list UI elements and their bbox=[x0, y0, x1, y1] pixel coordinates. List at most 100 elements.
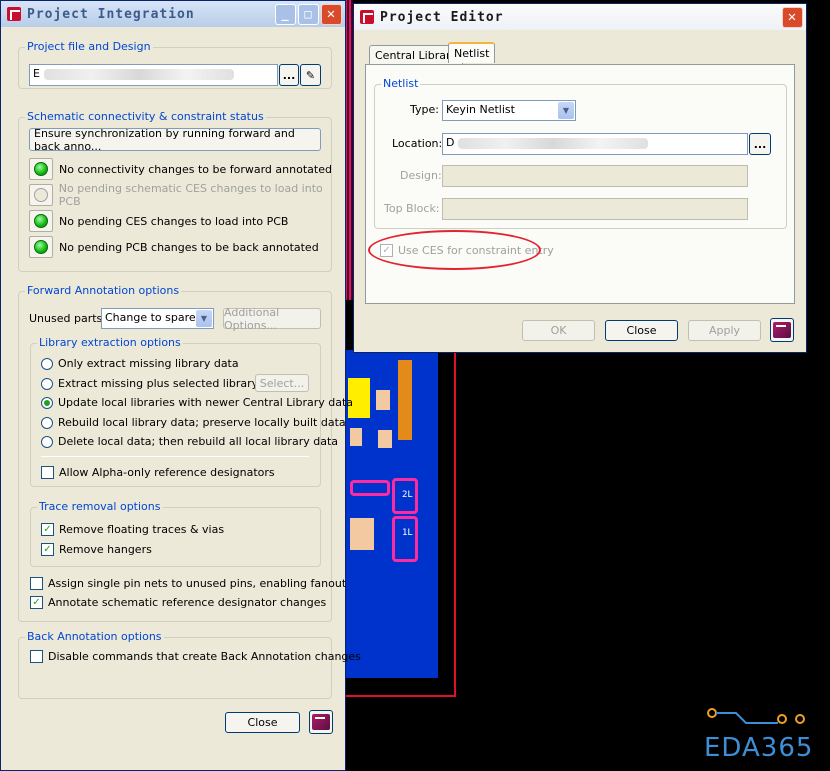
library-option-radio[interactable]: Extract missing plus selected library da… bbox=[41, 377, 286, 390]
status-led-icon[interactable] bbox=[29, 158, 53, 180]
remove-hangers-checkbox[interactable]: ✓ Remove hangers bbox=[41, 543, 152, 556]
help-book-icon[interactable] bbox=[770, 318, 794, 342]
top-block-input[interactable] bbox=[442, 198, 748, 220]
back-annotation-group: Back Annotation options bbox=[18, 630, 332, 699]
apply-button[interactable]: Apply bbox=[688, 320, 761, 341]
alpha-only-checkbox[interactable]: Allow Alpha-only reference designators bbox=[41, 466, 275, 479]
close-icon[interactable]: ✕ bbox=[321, 3, 342, 25]
unused-parts-select[interactable]: Change to spares ▼ bbox=[101, 308, 214, 329]
radio-label: Update local libraries with newer Centra… bbox=[58, 396, 354, 409]
type-select[interactable]: Keyin Netlist ▼ bbox=[442, 100, 576, 121]
additional-options-button[interactable]: Additional Options... bbox=[223, 306, 321, 332]
window-title: Project Integration bbox=[27, 6, 195, 22]
browse-button[interactable]: ... bbox=[279, 64, 299, 86]
checkbox-icon[interactable]: ✓ bbox=[41, 523, 54, 536]
unused-parts-value: Change to spares bbox=[105, 311, 202, 324]
library-option-radio[interactable]: Delete local data; then rebuild all loca… bbox=[41, 435, 338, 448]
pcb-pad bbox=[376, 390, 390, 410]
title-bar[interactable]: Project Editor ✕ bbox=[354, 4, 806, 30]
checkbox-label: Disable commands that create Back Annota… bbox=[48, 650, 361, 663]
library-option-radio[interactable]: Rebuild local library data; preserve loc… bbox=[41, 416, 346, 429]
pcb-pad bbox=[350, 518, 374, 550]
help-book-icon[interactable] bbox=[309, 710, 333, 734]
project-file-value: E bbox=[33, 67, 40, 80]
location-label: Location: bbox=[392, 137, 443, 150]
group-title: Forward Annotation options bbox=[25, 284, 182, 297]
radio-label: Delete local data; then rebuild all loca… bbox=[58, 435, 339, 448]
status-item: No pending CES changes to load into PCB bbox=[29, 210, 288, 232]
checkbox-icon[interactable] bbox=[30, 650, 43, 663]
status-item: No pending PCB changes to be back annota… bbox=[29, 236, 319, 258]
group-title: Project file and Design bbox=[25, 40, 153, 53]
browse-button[interactable]: ... bbox=[749, 133, 771, 155]
radio-icon[interactable] bbox=[41, 377, 53, 390]
radio-icon[interactable] bbox=[41, 435, 53, 448]
radio-icon[interactable] bbox=[41, 416, 53, 429]
checkbox-icon[interactable]: ✓ bbox=[41, 543, 54, 556]
checkbox-label: Assign single pin nets to unused pins, e… bbox=[48, 577, 347, 590]
chevron-down-icon[interactable]: ▼ bbox=[196, 310, 212, 327]
project-file-input[interactable]: E bbox=[29, 64, 278, 86]
checkbox-label: Annotate schematic reference designator … bbox=[48, 596, 327, 609]
pcb-pad bbox=[378, 430, 392, 448]
unused-parts-label: Unused parts: bbox=[29, 312, 106, 325]
window-title: Project Editor bbox=[380, 9, 504, 25]
sync-button[interactable]: Ensure synchronization by running forwar… bbox=[29, 127, 321, 153]
status-item: No pending schematic CES changes to load… bbox=[29, 182, 345, 208]
minimize-button[interactable]: _ bbox=[275, 3, 296, 25]
checkbox-icon[interactable] bbox=[30, 577, 43, 590]
ok-button[interactable]: OK bbox=[522, 320, 595, 341]
status-text: No pending PCB changes to be back annota… bbox=[59, 240, 319, 254]
select-button[interactable]: Select... bbox=[255, 374, 309, 392]
radio-label: Only extract missing library data bbox=[58, 357, 239, 370]
edit-pencil-icon[interactable]: ✎ bbox=[300, 64, 321, 86]
group-title: Trace removal options bbox=[37, 500, 163, 513]
divider bbox=[41, 456, 309, 457]
pcb-trace bbox=[350, 480, 390, 496]
checkbox-label: Allow Alpha-only reference designators bbox=[59, 466, 275, 479]
redacted-text bbox=[458, 137, 649, 149]
location-input[interactable]: D bbox=[442, 133, 748, 155]
radio-label: Rebuild local library data; preserve loc… bbox=[58, 416, 346, 429]
group-title: Netlist bbox=[381, 77, 421, 90]
close-button[interactable]: Close bbox=[225, 712, 300, 733]
circuit-logo-icon bbox=[707, 708, 805, 724]
close-button[interactable]: Close bbox=[605, 320, 678, 341]
status-led-icon[interactable] bbox=[29, 210, 53, 232]
board-outline-vertical bbox=[454, 352, 456, 697]
status-led-icon[interactable] bbox=[29, 236, 53, 258]
radio-icon[interactable] bbox=[41, 396, 53, 409]
status-text: No connectivity changes to be forward an… bbox=[59, 162, 332, 176]
app-icon bbox=[7, 7, 21, 21]
annotate-schematic-checkbox[interactable]: ✓ Annotate schematic reference designator… bbox=[30, 596, 326, 609]
close-icon[interactable]: ✕ bbox=[782, 6, 803, 28]
design-input[interactable] bbox=[442, 165, 748, 187]
disable-back-annotation-checkbox[interactable]: Disable commands that create Back Annota… bbox=[30, 650, 361, 663]
remove-floating-checkbox[interactable]: ✓ Remove floating traces & vias bbox=[41, 523, 224, 536]
status-led-icon[interactable] bbox=[29, 184, 53, 206]
type-label: Type: bbox=[410, 103, 439, 116]
trace-removal-group: Trace removal options bbox=[30, 500, 321, 567]
tab-netlist[interactable]: Netlist bbox=[448, 42, 496, 63]
title-bar[interactable]: Project Integration _ □ ✕ bbox=[1, 1, 345, 27]
maximize-button[interactable]: □ bbox=[298, 3, 319, 25]
group-title: Library extraction options bbox=[37, 336, 183, 349]
radio-icon[interactable] bbox=[41, 357, 53, 370]
pcb-label: 2L bbox=[402, 490, 413, 500]
assign-single-pin-checkbox[interactable]: Assign single pin nets to unused pins, e… bbox=[30, 577, 346, 590]
pcb-label: 1L bbox=[402, 528, 413, 538]
status-text: No pending schematic CES changes to load… bbox=[58, 182, 323, 208]
group-title: Schematic connectivity & constraint stat… bbox=[25, 110, 266, 123]
chevron-down-icon[interactable]: ▼ bbox=[558, 102, 574, 119]
redacted-text bbox=[43, 68, 234, 80]
checkbox-icon[interactable] bbox=[41, 466, 54, 479]
app-icon bbox=[360, 10, 374, 24]
group-title: Back Annotation options bbox=[25, 630, 164, 643]
library-option-radio[interactable]: Only extract missing library data bbox=[41, 357, 239, 370]
annotation-circle bbox=[368, 230, 541, 270]
checkbox-icon[interactable]: ✓ bbox=[30, 596, 43, 609]
eda365-logo: EDA365 bbox=[700, 705, 820, 767]
eda365-logo-text: EDA365 bbox=[704, 733, 814, 763]
library-option-radio[interactable]: Update local libraries with newer Centra… bbox=[41, 396, 353, 409]
status-text: No pending CES changes to load into PCB bbox=[59, 214, 289, 228]
